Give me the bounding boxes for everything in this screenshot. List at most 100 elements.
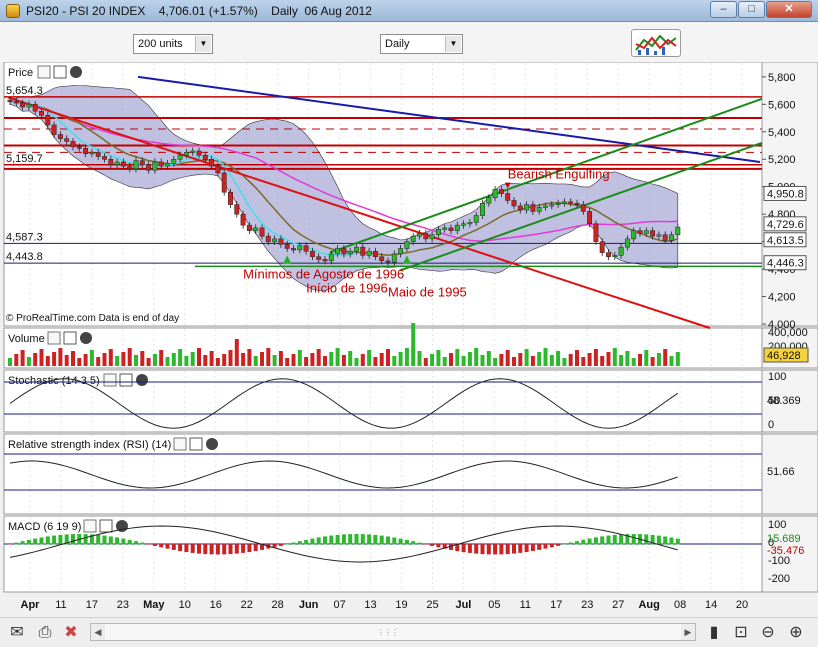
close-panel-icon — [206, 438, 218, 450]
macd-histogram-bar — [102, 535, 107, 545]
macd-histogram-bar — [171, 544, 176, 550]
macd-histogram-bar — [581, 539, 586, 545]
volume-bar — [209, 351, 214, 366]
scroll-right-icon[interactable]: ▶ — [681, 624, 695, 640]
volume-bar — [537, 352, 542, 366]
macd-histogram-bar — [190, 544, 195, 553]
minimize-button[interactable]: – — [710, 1, 737, 18]
candle — [410, 235, 416, 242]
candle — [423, 233, 429, 240]
macd-histogram-bar — [417, 542, 422, 545]
candle — [240, 213, 246, 226]
chart-credit: © ProRealTime.com Data is end of day — [6, 313, 179, 324]
scroll-grip[interactable]: ⋮⋮⋮ — [377, 628, 399, 637]
y-tick-label: 5,600 — [768, 99, 796, 111]
candle — [64, 138, 70, 142]
macd-histogram-bar — [33, 538, 38, 545]
volume-bar — [512, 357, 516, 366]
macd-histogram-bar — [675, 538, 680, 545]
candle — [612, 255, 618, 258]
candle — [45, 115, 51, 126]
y-tick-label: 5,800 — [768, 72, 796, 84]
wrench-icon — [103, 373, 117, 387]
candle — [234, 204, 240, 215]
volume-bar — [316, 349, 321, 366]
stochastic-tick-label: 100 — [768, 371, 786, 383]
volume-bar — [297, 350, 302, 366]
macd-histogram-bar — [404, 539, 409, 545]
volume-bar — [190, 352, 195, 366]
macd-histogram-bar — [556, 544, 561, 546]
volume-bar — [58, 348, 63, 366]
x-tick-label: 23 — [581, 599, 593, 611]
candle — [278, 238, 284, 245]
x-tick-label: 17 — [550, 599, 562, 611]
units-select-value: 200 units — [138, 38, 183, 50]
candle — [587, 211, 593, 225]
volume-bar — [329, 352, 334, 366]
volume-bar — [442, 357, 447, 366]
chart-svg[interactable]: Apr 11 17 23 May 10 16 22 28 Jun 07 13 19 25 Jul 05 11 17… — [0, 62, 818, 617]
candle — [183, 152, 189, 156]
macd-histogram-bar — [8, 544, 12, 545]
print-icon[interactable]: ⎙ — [34, 622, 56, 644]
maximize-button[interactable]: □ — [738, 1, 765, 18]
volume-bar — [83, 354, 88, 366]
x-tick-label: 28 — [272, 599, 284, 611]
volume-bar — [449, 353, 453, 366]
stochastic-tick-label: 0 — [768, 419, 774, 431]
level-label: 5,654.3 — [6, 85, 43, 97]
macd-histogram-bar — [285, 543, 290, 545]
x-tick-label: 16 — [210, 599, 222, 611]
volume-bar — [587, 353, 592, 366]
macd-histogram-bar — [152, 544, 157, 546]
macd-histogram-bar — [549, 544, 554, 548]
panel-label-macd: MACD (6 19 9) — [8, 521, 81, 533]
volume-bar — [505, 350, 510, 366]
close-button[interactable]: ✕ — [766, 1, 812, 18]
x-tick-label: 07 — [333, 599, 345, 611]
candle — [669, 234, 674, 241]
indicator-tool-button[interactable] — [631, 29, 681, 57]
horizontal-scrollbar[interactable]: ◀ ⋮⋮⋮ ▶ — [90, 623, 696, 641]
macd-histogram-bar — [310, 538, 315, 545]
volume-bar — [127, 348, 132, 366]
window-title-quote: 4,706.01 (+1.57%) — [158, 4, 258, 18]
bar-chart-icon[interactable]: ▮ — [703, 622, 725, 644]
delete-tool-icon[interactable]: ✖ — [60, 622, 82, 644]
volume-bar — [272, 355, 277, 366]
zoom-out-icon[interactable]: ⊖ — [757, 622, 779, 644]
volume-bar — [108, 349, 113, 366]
period-select[interactable]: Daily ▼ — [380, 34, 463, 54]
volume-bar — [675, 352, 680, 366]
scroll-left-icon[interactable]: ◀ — [91, 624, 105, 640]
chart-area[interactable]: Apr 11 17 23 May 10 16 22 28 Jun 07 13 19 25 Jul 05 11 17… — [0, 62, 818, 617]
stochastic-badge: 48.369 — [767, 395, 801, 407]
units-select[interactable]: 200 units ▼ — [133, 34, 213, 54]
rsi-badge: 51.66 — [767, 466, 795, 478]
macd-histogram-bar — [587, 538, 592, 545]
mail-icon[interactable]: ✉ — [6, 622, 28, 644]
volume-bar — [152, 354, 157, 366]
volume-bar — [253, 356, 258, 366]
candle — [83, 148, 89, 155]
macd-histogram-bar — [222, 544, 227, 555]
volume-bar — [556, 351, 561, 366]
zoom-in-icon[interactable]: ⊕ — [785, 622, 807, 644]
volume-bar — [656, 353, 661, 366]
volume-bar — [373, 357, 378, 366]
volume-bar — [392, 356, 397, 366]
volume-bar — [625, 351, 630, 366]
macd-histogram-bar — [58, 534, 63, 545]
macd-histogram-bar — [241, 544, 246, 553]
macd-histogram-bar — [398, 538, 403, 545]
macd-histogram-bar — [512, 544, 516, 554]
macd-histogram-bar — [467, 544, 472, 553]
macd-histogram-bar — [197, 544, 201, 554]
volume-bar — [581, 357, 586, 366]
x-tick-label: 17 — [86, 599, 98, 611]
x-tick-label: 13 — [364, 599, 376, 611]
chart-annotation: Bearish Engulfing — [508, 166, 610, 181]
macd-histogram-bar — [304, 539, 309, 545]
zoom-fit-icon[interactable]: ⊡ — [730, 622, 752, 644]
